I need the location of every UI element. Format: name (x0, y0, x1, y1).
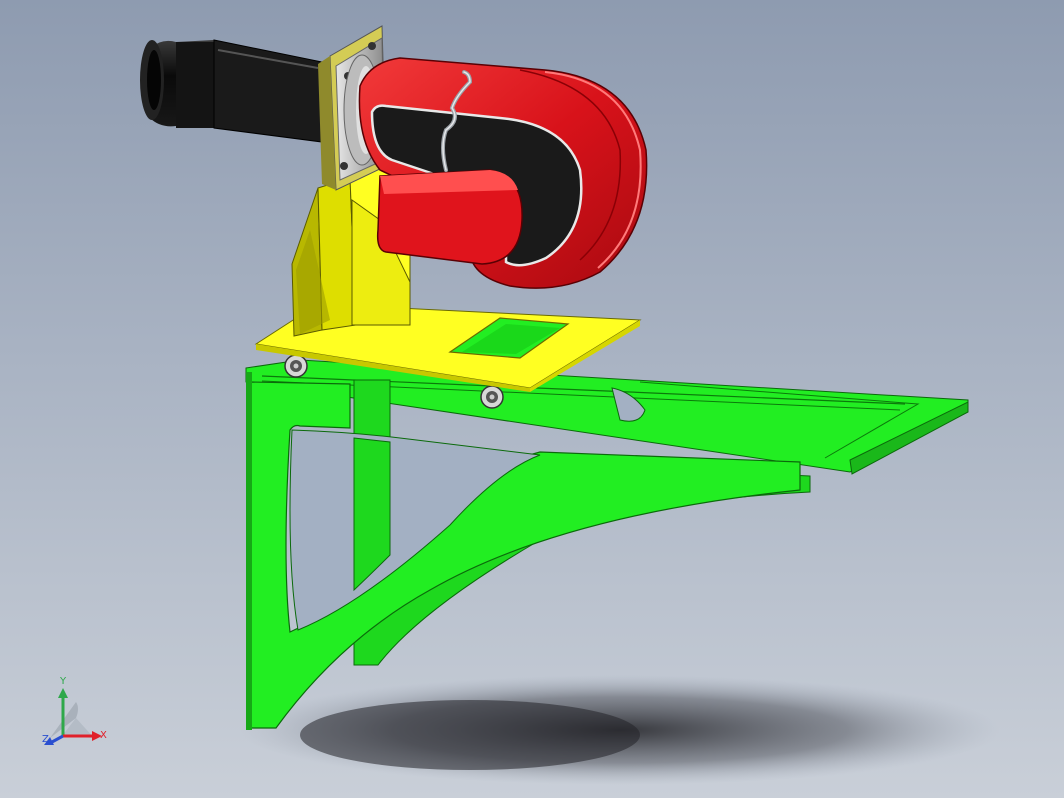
model-scene[interactable] (0, 0, 1064, 798)
blast-tube[interactable] (140, 39, 323, 143)
view-orientation-triad: Y X Z (36, 676, 116, 750)
burner-assembly[interactable] (140, 25, 648, 289)
green-bracket[interactable] (245, 359, 969, 730)
x-axis-label: X (100, 730, 107, 741)
graphics-viewport[interactable]: Y X Z (0, 0, 1064, 798)
wheel-right (480, 385, 504, 409)
y-axis-label: Y (60, 676, 67, 687)
burner-housing[interactable] (358, 57, 648, 289)
z-axis-label: Z (42, 734, 49, 745)
wheel-left (284, 354, 308, 378)
ground-shadow (240, 675, 1000, 785)
z-axis-arrow (51, 734, 64, 744)
